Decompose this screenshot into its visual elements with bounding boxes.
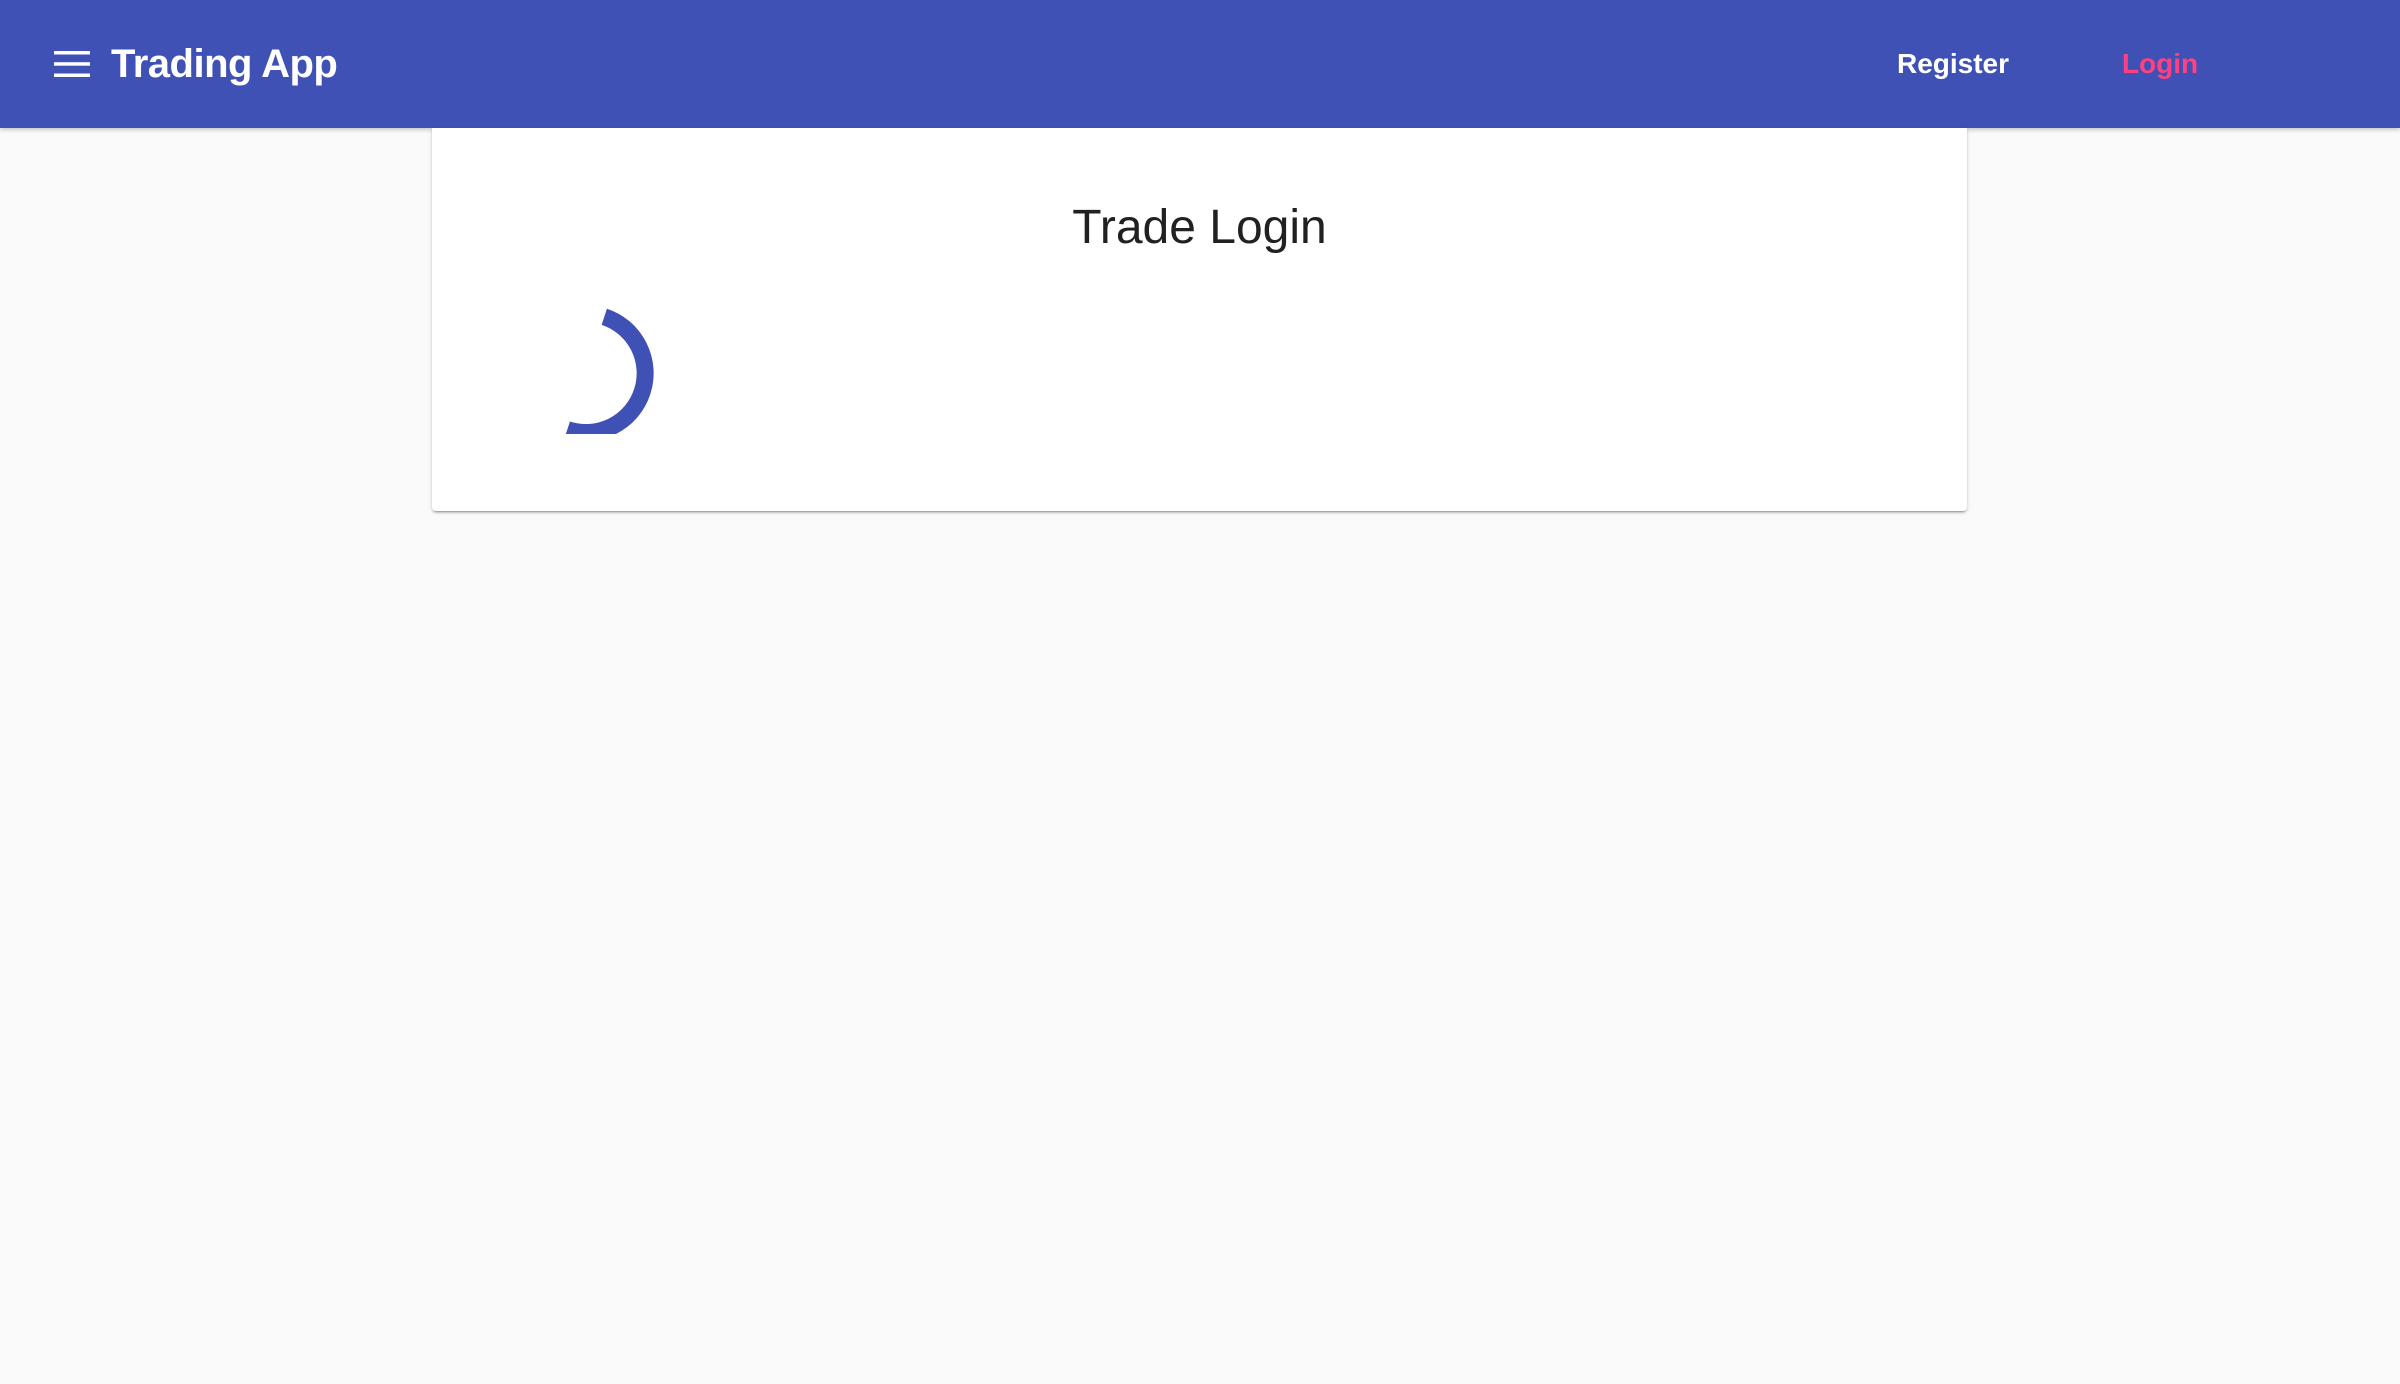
menu-button[interactable]: [40, 37, 104, 91]
card-title: Trade Login: [1072, 201, 1327, 255]
top-toolbar: Trading App Register Login: [0, 0, 2400, 128]
loading-spinner-icon: [565, 308, 654, 434]
app-title[interactable]: Trading App: [111, 0, 338, 128]
register-link[interactable]: Register: [1870, 32, 2036, 96]
login-card: Trade Login: [432, 128, 1967, 511]
login-link[interactable]: Login: [2080, 32, 2240, 96]
menu-icon: [54, 51, 90, 77]
